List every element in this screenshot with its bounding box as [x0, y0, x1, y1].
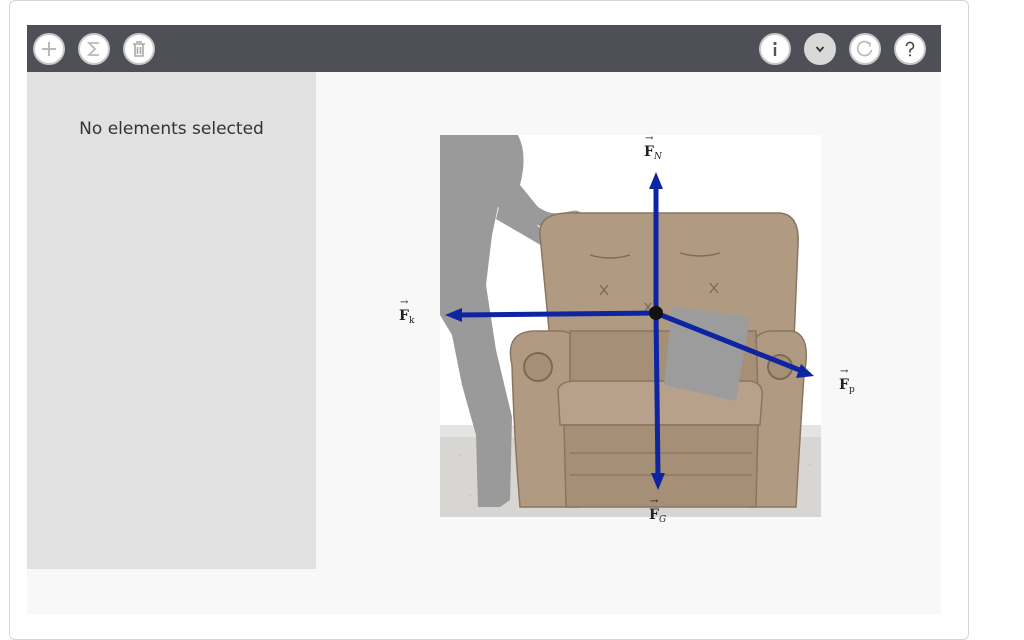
chevron-down-icon — [815, 46, 825, 53]
help-button[interactable] — [894, 33, 926, 65]
delete-button[interactable] — [123, 33, 155, 65]
friction-force-label: Fk — [399, 297, 414, 326]
no-selection-message: No elements selected — [79, 119, 264, 139]
reset-button[interactable] — [849, 33, 881, 65]
trash-icon — [133, 41, 145, 57]
info-icon — [773, 41, 777, 56]
sigma-icon — [86, 42, 99, 56]
normal-force-label: FN — [644, 133, 662, 162]
plus-icon — [42, 42, 56, 56]
toolbar — [27, 25, 941, 72]
armchair-person-illustration — [440, 135, 821, 517]
properties-sidebar: No elements selected — [27, 72, 316, 569]
armchair-scene-image — [440, 135, 821, 517]
menu-dropdown-button[interactable] — [804, 33, 836, 65]
info-button[interactable] — [759, 33, 791, 65]
reset-icon — [856, 40, 873, 57]
question-icon — [905, 41, 915, 57]
sum-button[interactable] — [78, 33, 110, 65]
push-force-label: Fp — [839, 366, 855, 395]
gravity-force-label: FG — [649, 496, 666, 525]
sidebar-footer — [27, 569, 316, 614]
add-button[interactable] — [33, 33, 65, 65]
